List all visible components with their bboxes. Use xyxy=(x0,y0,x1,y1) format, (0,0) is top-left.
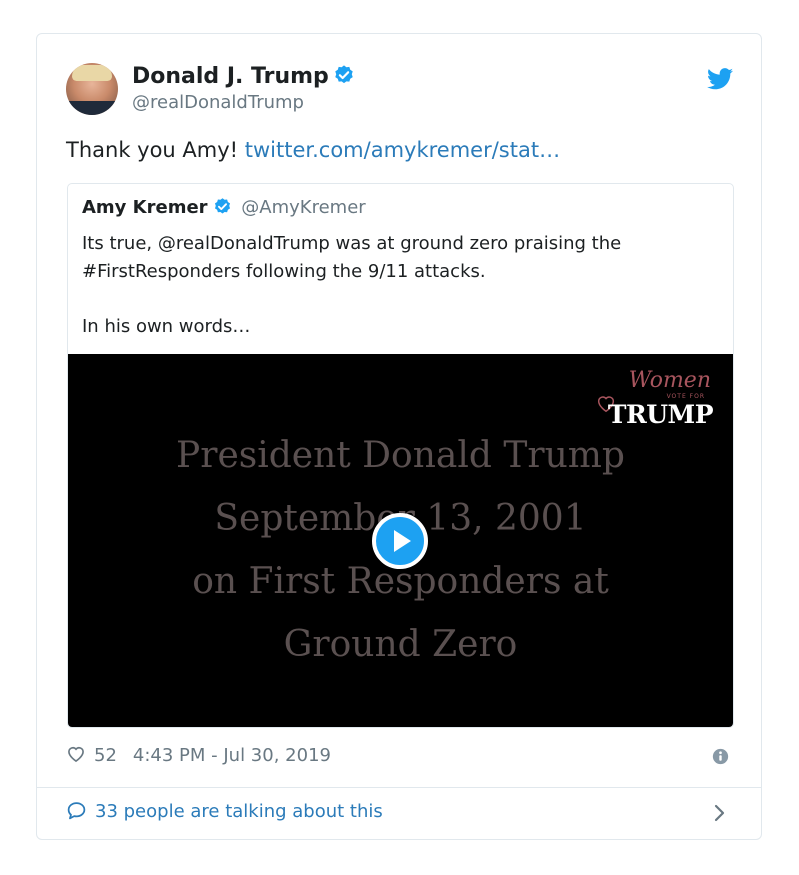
video-player[interactable]: Women VOTE FOR TRUMP President Donald Tr… xyxy=(68,354,733,727)
video-title-line: Ground Zero xyxy=(283,624,518,665)
chevron-right-icon[interactable] xyxy=(713,802,727,824)
like-count[interactable]: 52 xyxy=(94,745,117,766)
speech-bubble-icon xyxy=(67,802,86,820)
verified-badge-icon xyxy=(335,65,353,84)
quoted-tweet[interactable]: Amy Kremer @AmyKremer Its true, @realDon… xyxy=(67,183,734,728)
tweet-meta: 52 4:43 PM - Jul 30, 2019 xyxy=(66,744,331,766)
info-icon[interactable] xyxy=(712,748,729,765)
author-name[interactable]: Donald J. Trump xyxy=(132,64,329,89)
heart-icon[interactable] xyxy=(66,744,86,764)
author-handle[interactable]: @realDonaldTrump xyxy=(132,92,304,113)
quoted-text-line: #FirstResponders following the 9/11 atta… xyxy=(82,260,486,282)
verified-badge-icon xyxy=(214,198,230,214)
video-title-line: President Donald Trump xyxy=(176,435,625,476)
brand-top-text: Women xyxy=(628,368,711,393)
quoted-tweet-header: Amy Kremer @AmyKremer xyxy=(82,197,366,218)
quoted-text-line: In his own words… xyxy=(82,315,251,337)
quoted-text-line: Its true, @realDonaldTrump was at ground… xyxy=(82,233,622,254)
brand-small-text: VOTE FOR xyxy=(666,393,705,400)
twitter-bird-icon[interactable] xyxy=(707,68,733,90)
footer-divider xyxy=(37,787,761,788)
quoted-tweet-link[interactable]: twitter.com/amykremer/stat… xyxy=(245,138,560,162)
tweet-text: Thank you Amy! twitter.com/amykremer/sta… xyxy=(66,138,560,162)
tweet-timestamp[interactable]: 4:43 PM - Jul 30, 2019 xyxy=(133,745,331,766)
tweet-card: Donald J. Trump @realDonaldTrump Thank y… xyxy=(36,33,762,840)
author-name-row[interactable]: Donald J. Trump xyxy=(132,64,355,89)
women-vote-trump-logo: Women VOTE FOR TRUMP xyxy=(595,368,715,429)
author-avatar[interactable] xyxy=(66,63,118,115)
tweet-text-body: Thank you Amy! xyxy=(66,138,245,162)
quoted-author-name[interactable]: Amy Kremer xyxy=(82,197,208,218)
play-icon[interactable] xyxy=(371,512,429,570)
quoted-tweet-text: Its true, @realDonaldTrump was at ground… xyxy=(82,230,722,340)
conversation-link[interactable]: 33 people are talking about this xyxy=(66,800,383,822)
quoted-author-handle[interactable]: @AmyKremer xyxy=(241,197,365,218)
conversation-text[interactable]: 33 people are talking about this xyxy=(95,801,383,822)
